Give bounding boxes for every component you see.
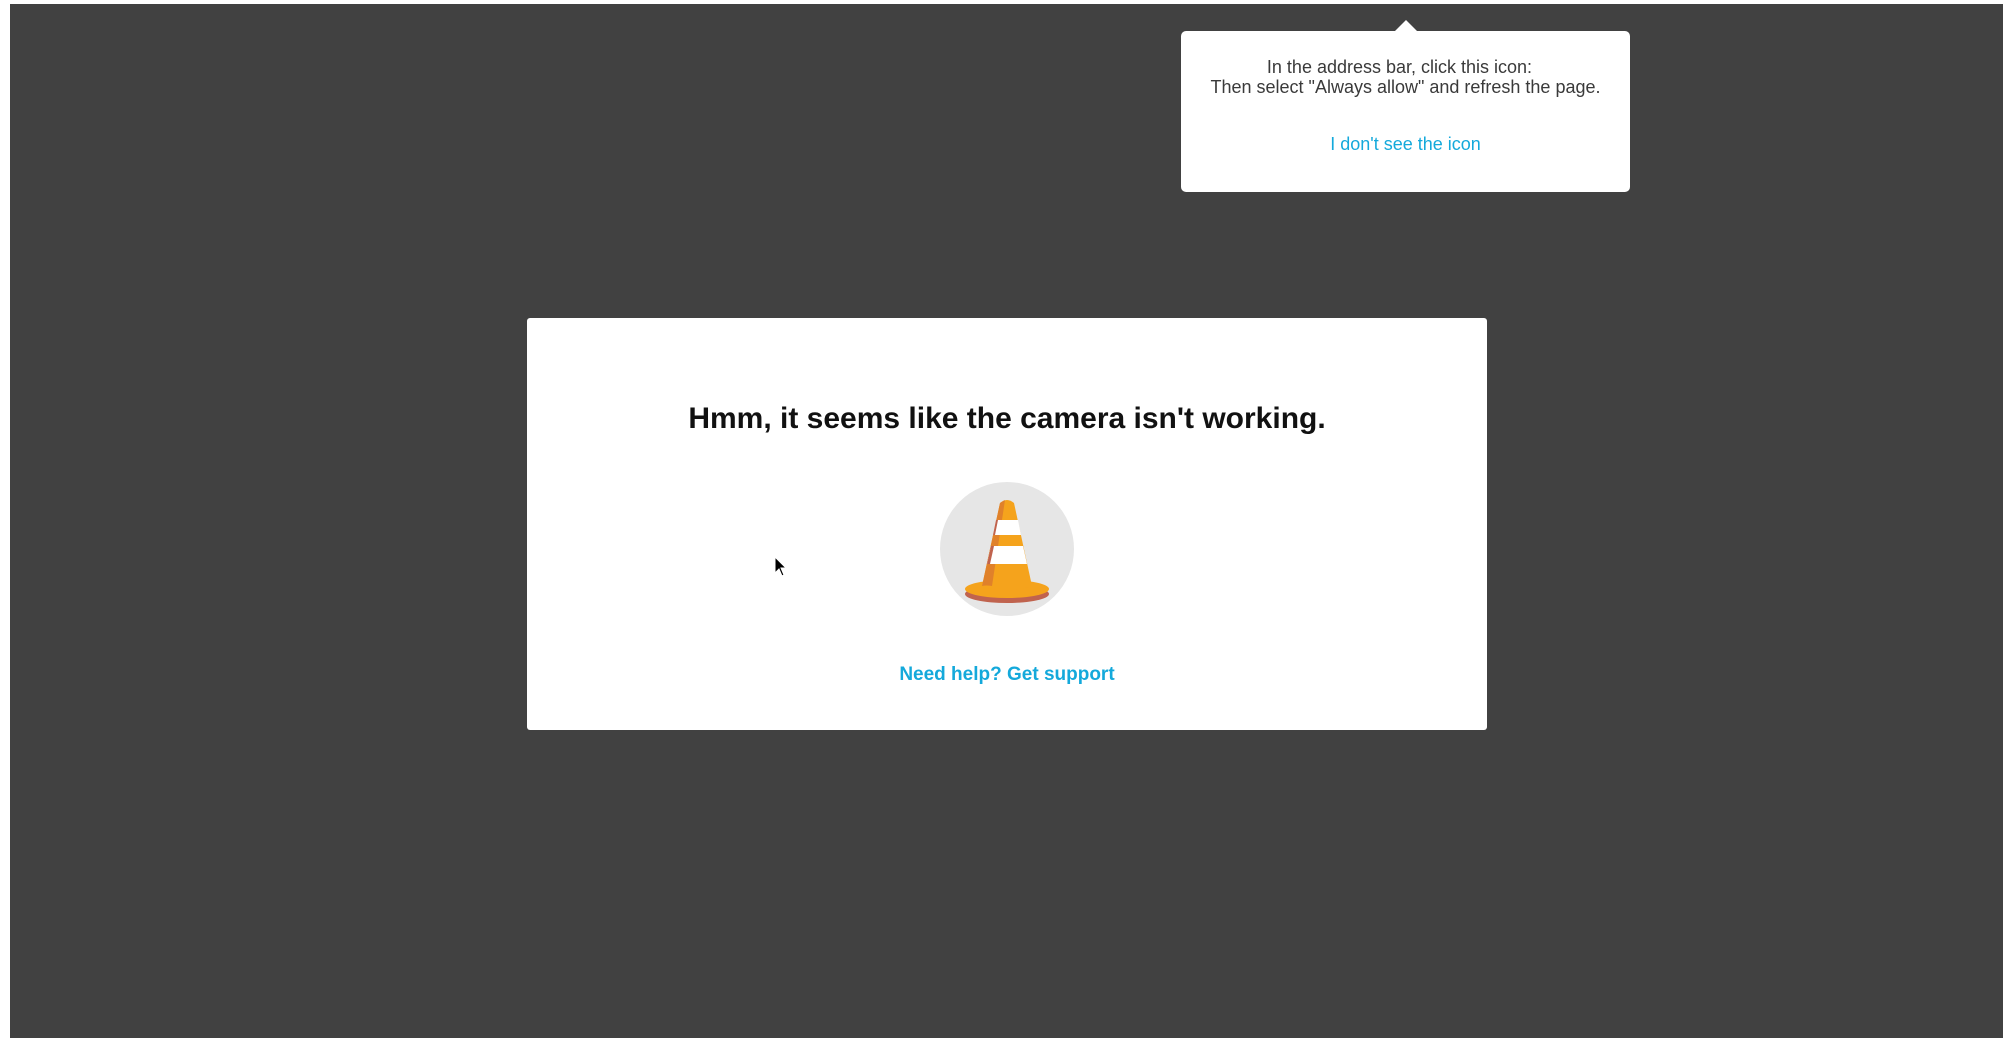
tooltip-instruction-line-2: Then select "Always allow" and refresh t… [1210,77,1601,97]
tooltip-arrow [1395,20,1417,31]
camera-error-title: Hmm, it seems like the camera isn't work… [688,402,1326,435]
get-support-link[interactable]: Need help? Get support [527,664,1487,686]
traffic-cone-icon [940,482,1074,616]
mouse-pointer-icon [774,556,788,577]
dont-see-icon-link[interactable]: I don't see the icon [1330,134,1481,155]
camera-error-card: Hmm, it seems like the camera isn't work… [527,318,1487,730]
tooltip-instruction-line-1: In the address bar, click this icon: [1266,57,1533,77]
camera-permission-tooltip: In the address bar, click this icon: The… [1181,20,1630,192]
